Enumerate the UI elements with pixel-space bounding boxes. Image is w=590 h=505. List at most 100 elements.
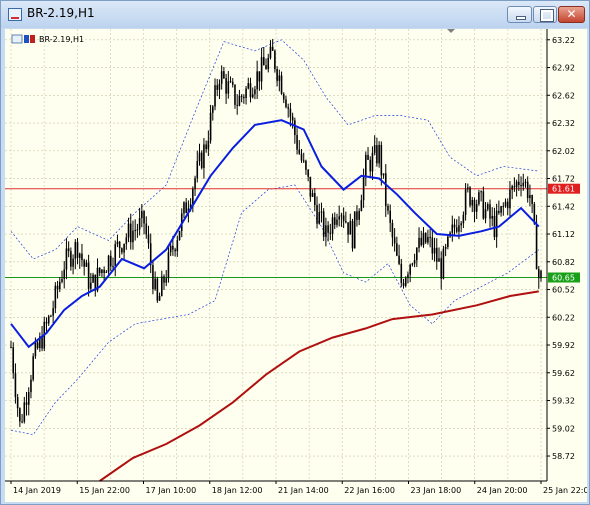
candle-body	[393, 237, 396, 244]
candle-body	[282, 93, 285, 100]
candle-body	[349, 220, 352, 235]
price-tick-label: 59.92	[552, 341, 575, 350]
candle-body	[271, 46, 274, 51]
chart-shift-marker	[447, 29, 455, 33]
candle-body	[338, 216, 341, 220]
candle-body	[380, 144, 383, 176]
candle-body	[185, 202, 187, 213]
candle-body	[114, 244, 117, 266]
price-tick-label: 60.82	[552, 258, 575, 267]
price-tick-label: 62.32	[552, 119, 575, 128]
candle-body	[234, 84, 236, 105]
candle-body	[522, 182, 525, 187]
candle-body	[409, 264, 411, 275]
candle-body	[378, 144, 380, 164]
candle-body	[373, 145, 376, 153]
candle-body	[34, 342, 37, 357]
candle-body	[473, 199, 476, 212]
candle-body	[353, 211, 356, 249]
candle-body	[163, 276, 165, 283]
candle-body	[251, 94, 254, 98]
candle-body	[227, 81, 230, 94]
candle-body	[152, 265, 154, 290]
candle-body	[63, 269, 66, 279]
time-tick-label: 25 Jan 22:00	[543, 486, 587, 495]
candle-body	[32, 356, 34, 380]
candle-body	[101, 269, 103, 274]
candle-body	[74, 242, 77, 259]
candle-body	[72, 258, 74, 267]
chart-window-icon	[8, 8, 22, 21]
candle-body	[309, 176, 312, 197]
candle-body	[320, 211, 323, 213]
price-chart[interactable]: 63.22 62.92 62.62 62.32 62.02 61.72 61.42 61.12…	[5, 29, 587, 502]
candle-body	[83, 260, 85, 267]
candle-body	[489, 204, 491, 219]
candle-body	[431, 237, 434, 254]
candle-body	[147, 234, 150, 244]
candle-body	[118, 241, 121, 249]
candle-body	[267, 57, 270, 70]
candle-body	[322, 211, 325, 237]
candle-body	[307, 169, 309, 177]
candle-body	[451, 224, 454, 233]
candle-body	[220, 71, 223, 84]
candle-body	[529, 195, 531, 199]
candle-body	[285, 99, 287, 108]
candle-body	[238, 95, 241, 106]
maximize-button[interactable]	[533, 6, 557, 23]
candle-body	[263, 57, 265, 66]
candle-body	[158, 296, 161, 301]
candle-body	[90, 282, 92, 289]
candle-body	[402, 282, 405, 286]
candle-body	[36, 342, 39, 348]
candle-body	[325, 225, 327, 237]
candle-body	[107, 255, 110, 272]
candle-body	[404, 278, 407, 286]
price-tick-label: 63.22	[552, 36, 575, 45]
price-tick-label: 60.52	[552, 286, 575, 295]
candle-body	[12, 347, 15, 374]
candle-body	[98, 267, 101, 274]
candle-body	[21, 421, 23, 423]
candle-body	[342, 215, 345, 222]
candle-body	[506, 201, 509, 209]
time-tick-label: 21 Jan 14:00	[278, 486, 329, 495]
minimize-button[interactable]	[507, 6, 532, 23]
candle-body	[515, 181, 518, 188]
slow-moving-average-line	[99, 290, 539, 482]
candle-body	[105, 271, 108, 273]
candle-body	[518, 181, 520, 185]
candle-body	[471, 199, 474, 206]
candle-body	[413, 260, 416, 264]
candle-body	[216, 85, 219, 90]
candle-body	[254, 89, 256, 95]
candle-body	[134, 230, 136, 232]
candle-body	[205, 144, 207, 150]
candle-body	[365, 154, 367, 177]
price-tick-label: 61.12	[552, 230, 575, 239]
candle-body	[243, 96, 245, 99]
time-tick-label: 14 Jan 2019	[13, 486, 61, 495]
candle-body	[236, 104, 238, 106]
candle-body	[311, 193, 314, 197]
candle-body	[300, 153, 303, 161]
close-button[interactable]: ✕	[558, 6, 585, 23]
candle-body	[103, 269, 105, 273]
candle-body	[362, 176, 365, 201]
candle-body	[145, 223, 148, 235]
candle-body	[196, 161, 199, 179]
candle-body	[298, 149, 301, 154]
title-bar[interactable]: BR-2.19,H1 ✕	[1, 1, 589, 28]
candle-body	[209, 112, 212, 141]
moving-averages	[10, 119, 540, 482]
candle-body	[462, 214, 465, 224]
chart-area[interactable]: 63.22 62.92 62.62 62.32 62.02 61.72 61.42 61.12…	[5, 29, 587, 502]
price-tick-label: 59.02	[552, 424, 575, 433]
price-tick-label: 62.02	[552, 147, 575, 156]
candle-body	[331, 217, 334, 234]
candle-body	[121, 248, 123, 253]
price-tag-label: 60.65	[552, 274, 575, 283]
bar-chart-icon	[24, 35, 29, 43]
time-tick-label: 23 Jan 18:00	[411, 486, 462, 495]
